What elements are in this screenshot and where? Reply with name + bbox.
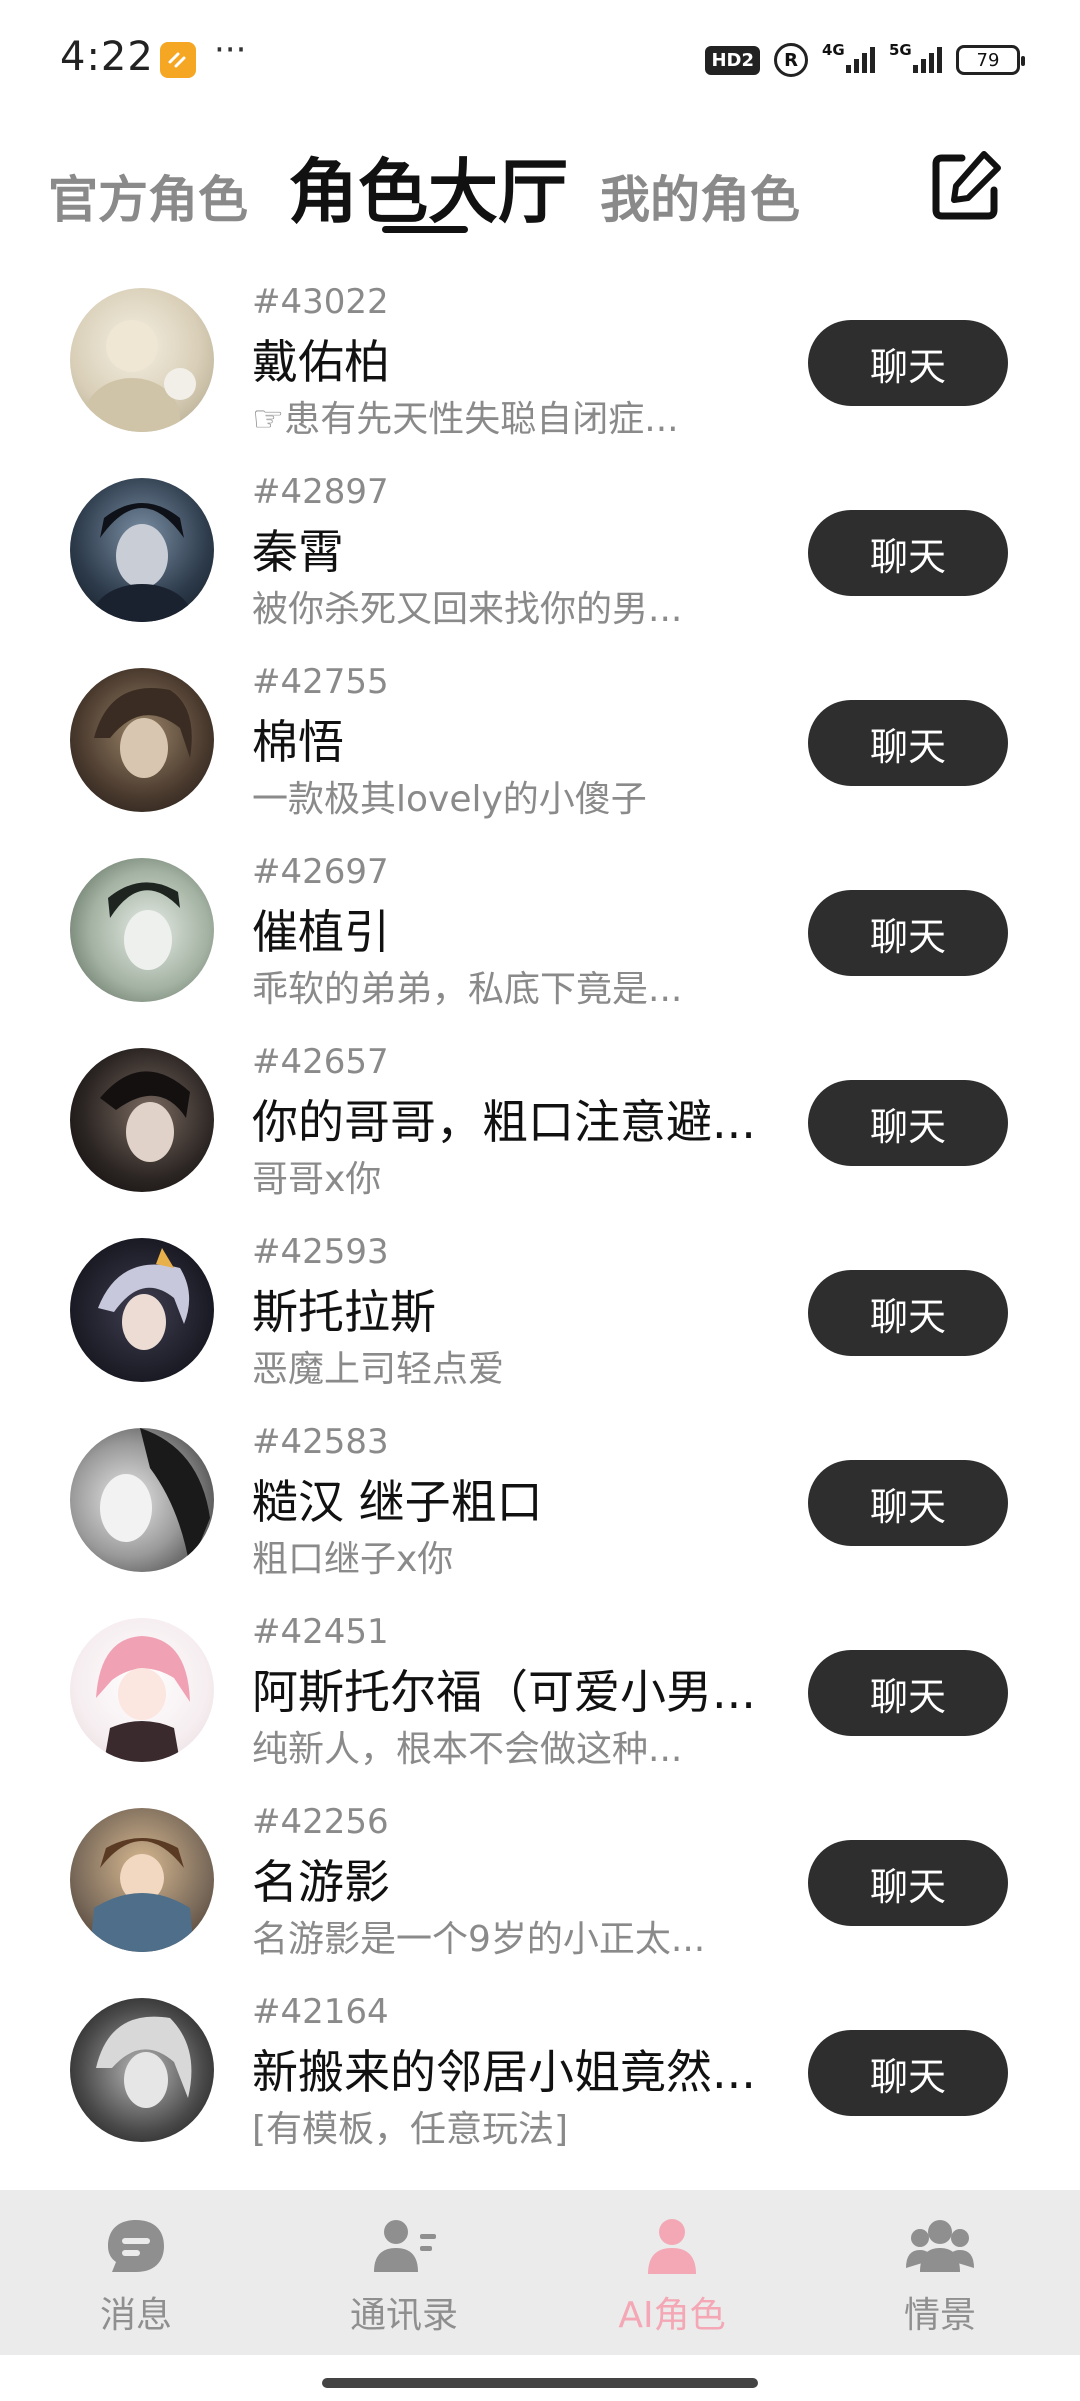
role-item[interactable]: #42755 棉悟 一款极其lovely的小傻子 聊天 [0, 660, 1080, 850]
role-name: 糙汉 继子粗口 [252, 1475, 543, 1529]
role-item[interactable]: #42593 斯托拉斯 恶魔上司轻点爱 聊天 [0, 1230, 1080, 1420]
chat-button[interactable]: 聊天 [808, 890, 1008, 976]
edit-icon[interactable] [928, 148, 1004, 224]
role-item[interactable]: #42164 新搬来的邻居小姐竟然... [有模板，任意玩法] 聊天 [0, 1990, 1080, 2180]
role-list: #43022 戴佑柏 ☞患有先天性失聪自闭症... 聊天 #42897 秦霄 被… [0, 280, 1080, 2180]
role-description: 一款极其lovely的小傻子 [252, 779, 647, 820]
active-tab-indicator [382, 226, 468, 233]
role-name: 秦霄 [252, 525, 344, 579]
signal-5g-icon: 5G [889, 41, 942, 73]
role-id: #42755 [252, 662, 389, 702]
role-description: 恶魔上司轻点爱 [252, 1349, 505, 1390]
role-name: 名游影 [252, 1855, 390, 1909]
role-name: 你的哥哥，粗口注意避... [252, 1095, 756, 1149]
role-id: #42657 [252, 1042, 389, 1082]
nav-item-ai-roles[interactable]: AI角色 [572, 2190, 772, 2355]
avatar[interactable] [70, 1238, 214, 1382]
role-description: 哥哥x你 [252, 1159, 382, 1200]
chat-button[interactable]: 聊天 [808, 1840, 1008, 1926]
more-notifications-icon: ··· [214, 30, 247, 70]
role-item[interactable]: #42583 糙汉 继子粗口 粗口继子x你 聊天 [0, 1420, 1080, 1610]
role-description: 被你杀死又回来找你的男... [252, 589, 683, 630]
nav-item-scenes[interactable]: 情景 [840, 2190, 1040, 2355]
status-indicators: HD2 R 4G 5G 79 [705, 38, 1025, 82]
role-name: 催植引 [252, 905, 390, 959]
contacts-icon [374, 2220, 436, 2272]
chat-button[interactable]: 聊天 [808, 1650, 1008, 1736]
chat-button[interactable]: 聊天 [808, 700, 1008, 786]
chat-button[interactable]: 聊天 [808, 1270, 1008, 1356]
role-id: #42256 [252, 1802, 389, 1842]
role-id: #42451 [252, 1612, 389, 1652]
status-time: 4:22 [60, 34, 154, 80]
chat-button[interactable]: 聊天 [808, 320, 1008, 406]
top-tabs: 官方角色 角色大厅 我的角色 [0, 130, 1080, 240]
role-description: 粗口继子x你 [252, 1539, 454, 1580]
avatar[interactable] [70, 1998, 214, 2142]
role-item[interactable]: #42256 名游影 名游影是一个9岁的小正太... 聊天 [0, 1800, 1080, 1990]
avatar[interactable] [70, 1808, 214, 1952]
battery-icon: 79 [956, 45, 1025, 75]
role-item[interactable]: #42451 阿斯托尔福（可爱小男... 纯新人，根本不会做这种... 聊天 [0, 1610, 1080, 1800]
home-indicator[interactable] [322, 2378, 758, 2388]
signal-4g-icon: 4G [822, 41, 875, 73]
bottom-nav: 消息 通讯录 AI角色 情景 [0, 2190, 1080, 2355]
role-id: #42593 [252, 1232, 389, 1272]
tab-my-roles[interactable]: 我的角色 [600, 160, 800, 232]
role-item[interactable]: #43022 戴佑柏 ☞患有先天性失聪自闭症... 聊天 [0, 280, 1080, 470]
role-name: 新搬来的邻居小姐竟然... [252, 2045, 756, 2099]
role-description: ☞患有先天性失聪自闭症... [252, 399, 679, 440]
nav-item-contacts[interactable]: 通讯录 [304, 2190, 504, 2355]
role-description: 乖软的弟弟，私底下竟是... [252, 969, 683, 1010]
role-id: #42164 [252, 1992, 389, 2032]
chat-button[interactable]: 聊天 [808, 2030, 1008, 2116]
role-name: 阿斯托尔福（可爱小男... [252, 1665, 756, 1719]
nav-label-contacts: 通讯录 [349, 2295, 458, 2336]
chat-button[interactable]: 聊天 [808, 1460, 1008, 1546]
role-description: 纯新人，根本不会做这种... [252, 1729, 683, 1770]
group-icon [906, 2220, 974, 2272]
role-id: #42583 [252, 1422, 389, 1462]
role-name: 斯托拉斯 [252, 1285, 436, 1339]
role-id: #43022 [252, 282, 389, 322]
avatar[interactable] [70, 1618, 214, 1762]
status-bar: 4:22 ··· HD2 R 4G 5G 79 [0, 0, 1080, 120]
avatar[interactable] [70, 668, 214, 812]
role-item[interactable]: #42657 你的哥哥，粗口注意避... 哥哥x你 聊天 [0, 1040, 1080, 1230]
r-badge: R [774, 43, 808, 77]
avatar[interactable] [70, 1048, 214, 1192]
nav-label-ai-roles: AI角色 [618, 2295, 726, 2336]
role-name: 棉悟 [252, 715, 344, 769]
hd-badge: HD2 [705, 45, 760, 75]
net-label-4g: 4G [822, 41, 845, 59]
nav-label-messages: 消息 [99, 2295, 172, 2336]
net-label-5g: 5G [889, 41, 912, 59]
tab-official-roles[interactable]: 官方角色 [48, 160, 248, 232]
app-notification-icon [160, 42, 196, 78]
chat-button[interactable]: 聊天 [808, 510, 1008, 596]
role-description: [有模板，任意玩法] [252, 2109, 569, 2150]
avatar[interactable] [70, 858, 214, 1002]
chat-button[interactable]: 聊天 [808, 1080, 1008, 1166]
avatar[interactable] [70, 478, 214, 622]
nav-item-messages[interactable]: 消息 [36, 2190, 236, 2355]
role-description: 名游影是一个9岁的小正太... [252, 1919, 706, 1960]
nav-label-scenes: 情景 [903, 2295, 976, 2336]
avatar[interactable] [70, 1428, 214, 1572]
ai-role-icon [648, 2219, 696, 2274]
role-item[interactable]: #42697 催植引 乖软的弟弟，私底下竟是... 聊天 [0, 850, 1080, 1040]
message-bubble-icon [108, 2220, 164, 2272]
role-name: 戴佑柏 [252, 335, 390, 389]
role-id: #42697 [252, 852, 389, 892]
avatar[interactable] [70, 288, 214, 432]
role-item[interactable]: #42897 秦霄 被你杀死又回来找你的男... 聊天 [0, 470, 1080, 660]
role-id: #42897 [252, 472, 389, 512]
tab-role-hall[interactable]: 角色大厅 [288, 136, 568, 237]
